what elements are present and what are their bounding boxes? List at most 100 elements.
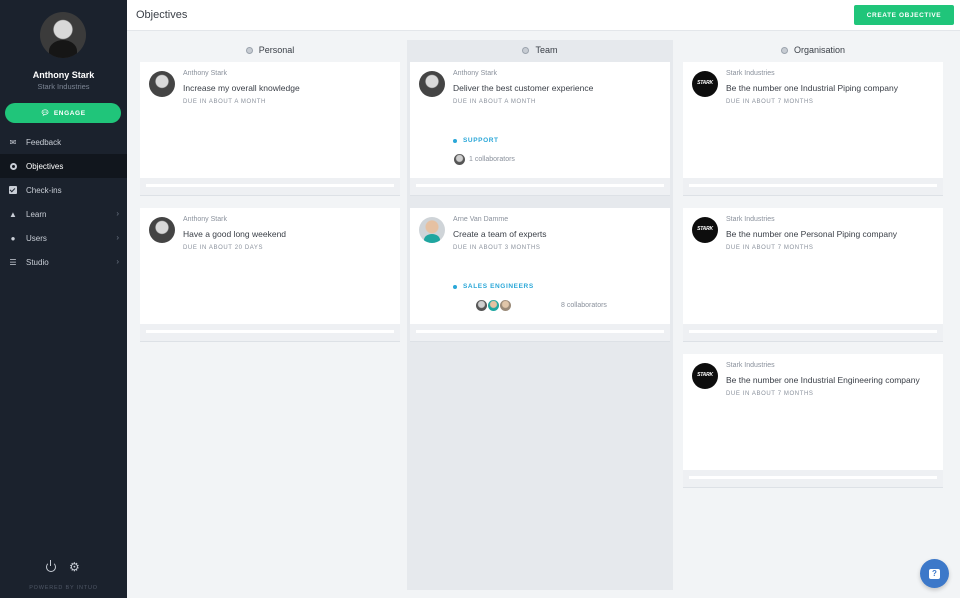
objective-card[interactable]: Anthony Stark Increase my overall knowle…: [140, 62, 400, 178]
column-dot-icon: [245, 46, 253, 54]
chevron-right-icon: ›: [116, 209, 119, 218]
objective-title[interactable]: Be the number one Industrial Piping comp…: [726, 83, 898, 93]
tag-dot-icon: [453, 138, 457, 143]
objective-title[interactable]: Have a good long weekend: [183, 229, 286, 239]
collaborators[interactable]: 1 collaborators: [453, 153, 515, 166]
objective-due: DUE IN ABOUT 20 DAYS: [183, 245, 264, 251]
checkbox-icon: [8, 185, 18, 195]
avatar: [499, 299, 512, 312]
objective-card-stack: Anthony Stark Deliver the best customer …: [410, 62, 670, 196]
objective-card-stack: Stark Industries Be the number one Indus…: [683, 62, 943, 196]
sidebar-item-studio[interactable]: ☰ Studio ›: [0, 250, 127, 274]
column-title: Organisation: [793, 45, 846, 55]
objective-card[interactable]: Arne Van Damme Create a team of experts …: [410, 208, 670, 324]
sidebar-nav: ✉ Feedback Objectives Check-ins ▲ Learn …: [0, 130, 127, 274]
engage-label: ENGAGE: [53, 109, 86, 117]
objective-owner: Stark Industries: [726, 70, 775, 77]
objective-owner: Stark Industries: [726, 362, 775, 369]
column-header: Personal: [137, 40, 403, 60]
avatar: [419, 217, 445, 243]
sidebar-item-feedback[interactable]: ✉ Feedback: [0, 130, 127, 154]
target-icon: [8, 161, 18, 171]
objective-card[interactable]: Anthony Stark Have a good long weekend D…: [140, 208, 400, 324]
avatar: [149, 71, 175, 97]
powered-by: POWERED BY INTUO: [29, 585, 98, 591]
sidebar-item-label: Check-ins: [26, 185, 62, 195]
team-tag[interactable]: SUPPORT: [453, 137, 499, 144]
header: Objectives CREATE OBJECTIVE: [127, 0, 960, 31]
help-icon: ?: [929, 568, 940, 579]
chevron-right-icon: ›: [116, 233, 119, 242]
card-stack-edge: [416, 330, 664, 333]
avatar[interactable]: [40, 12, 86, 58]
create-objective-button[interactable]: CREATE OBJECTIVE: [854, 5, 954, 25]
gear-icon[interactable]: ⚙: [69, 561, 80, 573]
power-icon[interactable]: [46, 560, 56, 572]
column-title: Personal: [258, 45, 295, 55]
sidebar-item-check-ins[interactable]: Check-ins: [0, 178, 127, 202]
objective-card[interactable]: Stark Industries Be the number one Perso…: [683, 208, 943, 324]
sidebar-item-users[interactable]: ● Users ›: [0, 226, 127, 250]
card-stack-edge: [146, 184, 394, 187]
objective-owner: Arne Van Damme: [453, 216, 509, 223]
objective-due: DUE IN ABOUT A MONTH: [183, 99, 266, 105]
objective-card-stack: Stark Industries Be the number one Indus…: [683, 354, 943, 488]
card-stack-edge: [689, 184, 937, 187]
objective-card-stack: Anthony Stark Have a good long weekend D…: [140, 208, 400, 342]
column-dot-icon: [522, 46, 530, 54]
objective-due: DUE IN ABOUT 3 MONTHS: [453, 245, 541, 251]
sidebar-item-label: Objectives: [26, 161, 64, 171]
page-title: Objectives: [136, 9, 188, 21]
objective-due: DUE IN ABOUT 7 MONTHS: [726, 245, 814, 251]
objective-title[interactable]: Create a team of experts: [453, 229, 547, 239]
user-company: Stark Industries: [37, 82, 90, 91]
engage-button[interactable]: 💬︎ ENGAGE: [5, 103, 121, 123]
users-icon: ●: [10, 233, 16, 243]
objective-card-stack: Arne Van Damme Create a team of experts …: [410, 208, 670, 342]
card-stack-edge: [146, 330, 394, 333]
stark-logo-icon: [692, 217, 718, 243]
team-tag[interactable]: SALES ENGINEERS: [453, 283, 534, 290]
column-header: Organisation: [680, 40, 946, 60]
objective-card[interactable]: Stark Industries Be the number one Indus…: [683, 354, 943, 470]
sidebar-item-label: Studio: [26, 257, 49, 267]
collaborators-count: 8 collaborators: [561, 302, 607, 309]
sidebar-item-label: Learn: [26, 209, 47, 219]
stark-logo-icon: [692, 71, 718, 97]
objective-card[interactable]: Anthony Stark Deliver the best customer …: [410, 62, 670, 178]
sidebar-item-learn[interactable]: ▲ Learn ›: [0, 202, 127, 226]
objective-title[interactable]: Deliver the best customer experience: [453, 83, 593, 93]
tag-dot-icon: [453, 284, 457, 289]
column-personal: Personal Anthony Stark Increase my overa…: [137, 40, 403, 354]
card-stack-edge: [689, 330, 937, 333]
objective-owner: Anthony Stark: [183, 216, 227, 223]
objective-owner: Stark Industries: [726, 216, 775, 223]
chat-icon: ✉: [9, 137, 17, 147]
objective-owner: Anthony Stark: [453, 70, 497, 77]
chevron-right-icon: ›: [116, 257, 119, 266]
graduation-cap-icon: ▲: [9, 209, 17, 219]
chat-bubble-icon: 💬︎: [40, 110, 50, 117]
collaborators[interactable]: 8 collaborators: [475, 299, 607, 312]
sidebar-item-label: Users: [26, 233, 47, 243]
objective-title[interactable]: Increase my overall knowledge: [183, 83, 300, 93]
objective-due: DUE IN ABOUT 7 MONTHS: [726, 391, 814, 397]
user-name: Anthony Stark: [32, 70, 95, 80]
help-button[interactable]: ?: [920, 559, 949, 588]
objective-title[interactable]: Be the number one Industrial Engineering…: [726, 375, 920, 385]
avatar: [149, 217, 175, 243]
objective-card-stack: Stark Industries Be the number one Perso…: [683, 208, 943, 342]
team-tag-label: SALES ENGINEERS: [463, 283, 534, 290]
stark-logo-icon: [692, 363, 718, 389]
sliders-icon: ☰: [9, 257, 17, 267]
card-stack-edge: [689, 476, 937, 479]
objective-card-stack: Anthony Stark Increase my overall knowle…: [140, 62, 400, 196]
column-organisation: Organisation Stark Industries Be the num…: [680, 40, 946, 500]
objective-card[interactable]: Stark Industries Be the number one Indus…: [683, 62, 943, 178]
sidebar-item-objectives[interactable]: Objectives: [0, 154, 127, 178]
sidebar-item-label: Feedback: [26, 137, 62, 147]
column-header: Team: [407, 40, 673, 60]
collaborators-count: 1 collaborators: [469, 156, 515, 163]
objective-due: DUE IN ABOUT 7 MONTHS: [726, 99, 814, 105]
objective-title[interactable]: Be the number one Personal Piping compan…: [726, 229, 897, 239]
